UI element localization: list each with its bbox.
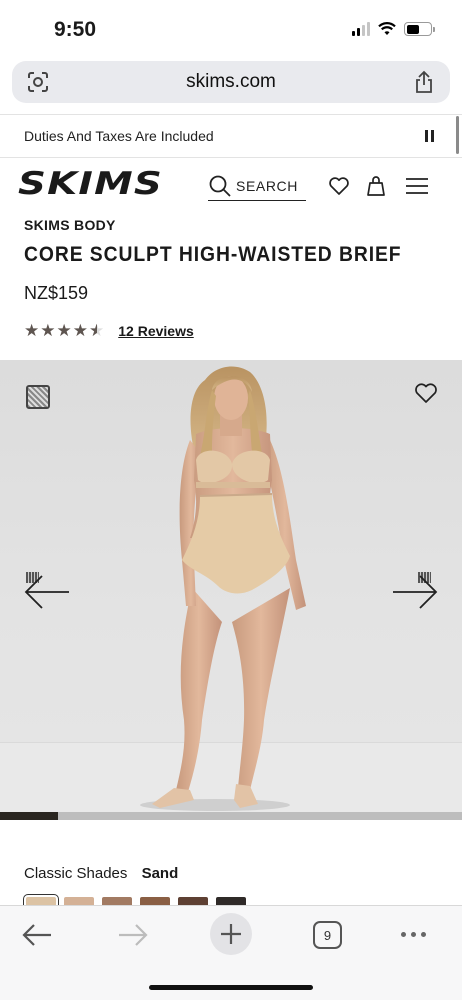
more-icon[interactable] bbox=[401, 932, 426, 937]
pause-icon[interactable] bbox=[425, 130, 434, 142]
address-bar[interactable]: skims.com bbox=[12, 61, 450, 103]
rating-star: ★ bbox=[72, 321, 88, 340]
skims-logo[interactable]: SKIMS bbox=[18, 166, 163, 202]
gallery-progress-fill bbox=[0, 812, 58, 820]
rating-star: ★ bbox=[56, 321, 72, 340]
search-icon bbox=[209, 175, 231, 197]
tabs-icon[interactable]: 9 bbox=[313, 921, 342, 949]
accessibility-badge-icon[interactable] bbox=[26, 385, 50, 409]
reviews-link[interactable]: 12 Reviews bbox=[118, 323, 194, 339]
wishlist-heart-icon[interactable] bbox=[328, 175, 350, 197]
status-bar: 9:50 bbox=[0, 0, 462, 58]
product-image[interactable] bbox=[0, 360, 462, 812]
product-brand[interactable]: SKIMS BODY bbox=[24, 217, 116, 233]
signal-icon bbox=[352, 22, 370, 36]
url-text[interactable]: skims.com bbox=[12, 71, 450, 93]
product-rating[interactable]: ★ ★ ★ ★ ★ 12 Reviews bbox=[24, 322, 194, 339]
arrow-right-icon[interactable] bbox=[392, 574, 438, 610]
rating-star: ★ bbox=[40, 321, 56, 340]
bag-icon[interactable] bbox=[366, 174, 386, 198]
scroll-indicator bbox=[456, 116, 459, 154]
favorite-heart-icon[interactable] bbox=[414, 382, 438, 404]
rating-stars: ★ ★ ★ ★ ★ bbox=[24, 322, 104, 339]
rating-star: ★ bbox=[24, 321, 40, 340]
home-indicator bbox=[149, 985, 313, 990]
search-label: SEARCH bbox=[236, 177, 298, 194]
announcement-bar: Duties And Taxes Are Included bbox=[0, 114, 462, 158]
new-tab-button[interactable] bbox=[210, 913, 252, 955]
status-time: 9:50 bbox=[54, 18, 97, 41]
site-header: SKIMS SEARCH bbox=[0, 160, 462, 212]
plus-icon bbox=[221, 924, 241, 944]
product-price: NZ$159 bbox=[24, 283, 89, 303]
status-icons bbox=[352, 22, 435, 36]
rating-star: ★ bbox=[89, 321, 105, 340]
selected-shade: Sand bbox=[141, 865, 179, 882]
shade-group-label: Classic Shades bbox=[24, 865, 128, 882]
browser-toolbar: 9 bbox=[0, 905, 462, 1000]
menu-icon[interactable] bbox=[405, 177, 429, 195]
forward-icon bbox=[119, 924, 148, 946]
search-button[interactable]: SEARCH bbox=[208, 171, 306, 201]
product-title: CORE SCULPT HIGH-WAISTED BRIEF bbox=[24, 243, 402, 266]
battery-icon bbox=[404, 22, 435, 36]
gallery-progress-bar bbox=[0, 812, 462, 820]
arrow-left-icon[interactable] bbox=[24, 574, 70, 610]
announcement-text: Duties And Taxes Are Included bbox=[24, 128, 214, 144]
share-icon[interactable] bbox=[414, 70, 434, 94]
back-icon[interactable] bbox=[22, 923, 52, 947]
shade-selector-label: Classic Shades Sand bbox=[24, 865, 178, 882]
wifi-icon bbox=[378, 22, 396, 35]
